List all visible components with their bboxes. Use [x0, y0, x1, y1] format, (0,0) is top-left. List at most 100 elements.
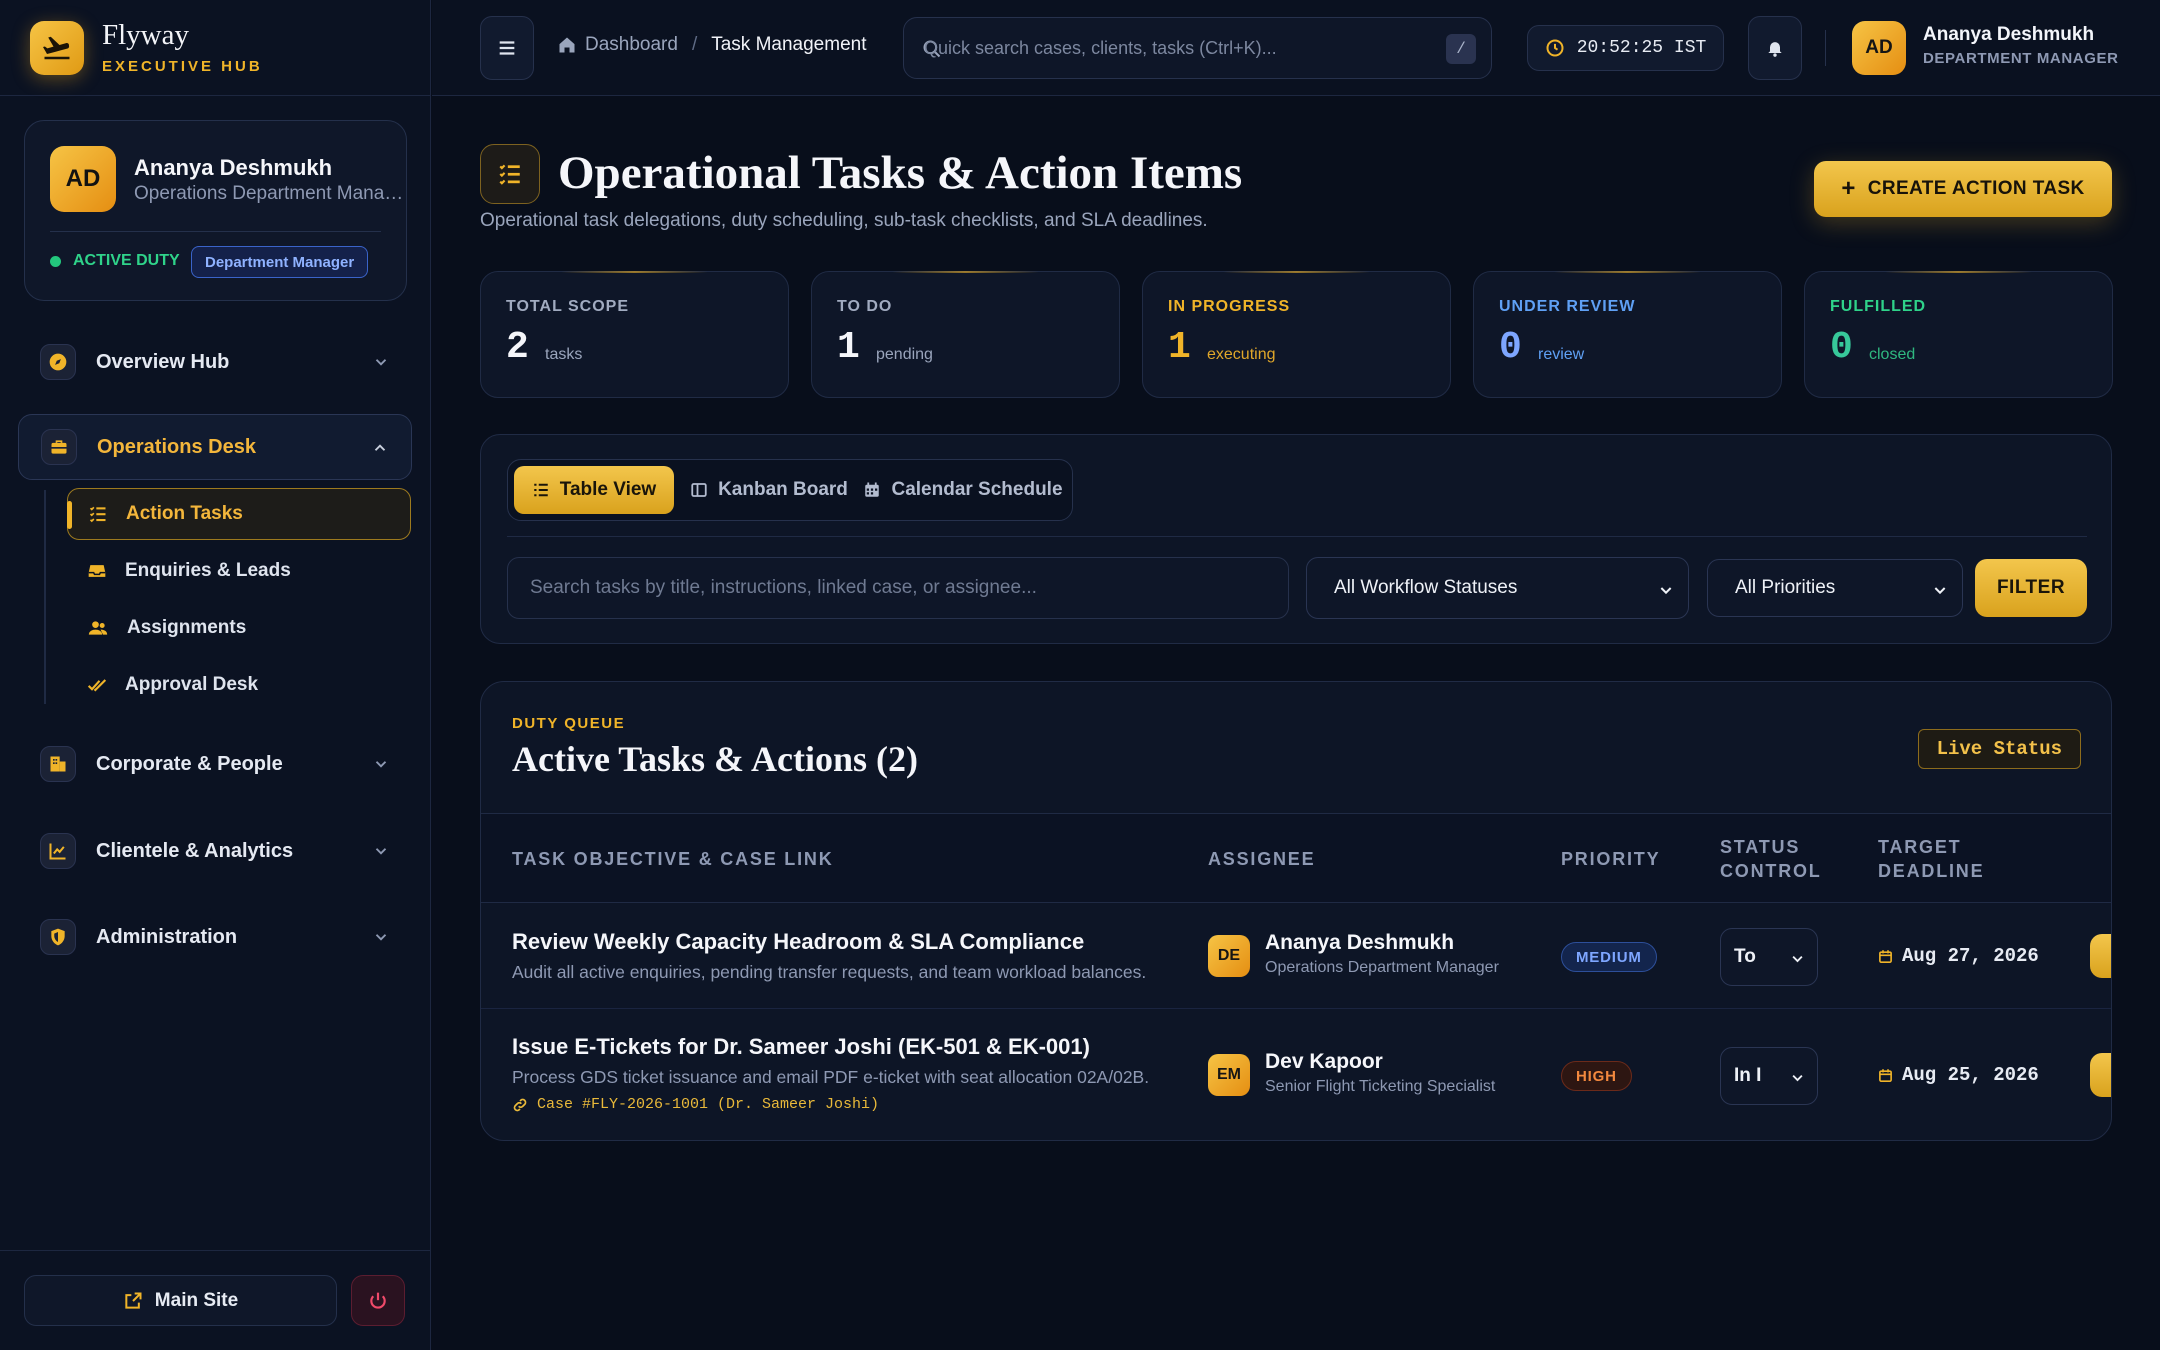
table-row[interactable]: Review Weekly Capacity Headroom & SLA Co… [481, 904, 2111, 1009]
tab-label: Calendar Schedule [891, 479, 1063, 500]
column-header-assignee: ASSIGNEE [1208, 849, 1316, 869]
chevron-down-icon [1660, 587, 1672, 595]
logout-button[interactable] [351, 1275, 405, 1326]
table-header: TASK OBJECTIVE & CASE LINK ASSIGNEE PRIO… [481, 813, 2111, 903]
chevron-down-icon [375, 848, 387, 855]
calendar-icon [1879, 1068, 1892, 1082]
deadline-date: Aug 25, 2026 [1902, 1064, 2039, 1086]
row-action-button[interactable] [2090, 1053, 2111, 1097]
brand-name: Flyway [102, 18, 189, 51]
bell-icon [1768, 42, 1782, 57]
status-value: In I [1734, 1065, 1762, 1086]
compass-icon [40, 344, 76, 380]
nav-label: Overview Hub [96, 350, 230, 373]
case-link-label: Case #FLY-2026-1001 (Dr. Sameer Joshi) [537, 1096, 880, 1113]
status-control-select[interactable]: In I [1720, 1047, 1818, 1105]
task-title[interactable]: Review Weekly Capacity Headroom & SLA Co… [512, 929, 1084, 955]
calendar-icon [1879, 949, 1892, 963]
sidebar-item-action-tasks[interactable]: Action Tasks [67, 488, 411, 540]
table-row[interactable]: Issue E-Tickets for Dr. Sameer Joshi (EK… [481, 1010, 2111, 1140]
external-link-icon [125, 1292, 142, 1309]
line-chart-icon [40, 833, 76, 869]
task-list-icon [480, 144, 540, 204]
column-header-objective: TASK OBJECTIVE & CASE LINK [512, 849, 834, 869]
task-description: Audit all active enquiries, pending tran… [512, 962, 1147, 982]
tab-calendar-schedule[interactable]: Calendar Schedule [860, 466, 1066, 514]
status-filter-select[interactable]: All Workflow Statuses [1306, 557, 1689, 619]
plus-icon: + [1841, 175, 1856, 202]
create-action-task-button[interactable]: + CREATE ACTION TASK [1814, 161, 2112, 217]
briefcase-icon [41, 429, 77, 465]
breadcrumb-separator: / [691, 34, 698, 55]
main-site-button[interactable]: Main Site [24, 1275, 337, 1326]
nav-group-clientele[interactable]: Clientele & Analytics [18, 818, 412, 884]
columns-icon [691, 483, 707, 497]
home-icon [559, 37, 575, 53]
stat-card-under-review: UNDER REVIEW 0 review [1473, 271, 1782, 398]
view-switcher: Table View Kanban Board Calendar Schedul… [507, 459, 1073, 521]
users-icon [88, 621, 108, 635]
tab-kanban-board[interactable]: Kanban Board [684, 466, 854, 514]
nav-label: Administration [96, 925, 238, 948]
assignee-name: Dev Kapoor [1265, 1050, 1383, 1073]
priority-filter-select[interactable]: All Priorities [1707, 559, 1963, 617]
assignee-avatar: EM [1208, 1054, 1250, 1096]
chevron-down-icon [1792, 955, 1803, 963]
sidebar-footer: Main Site [0, 1250, 430, 1350]
user-name[interactable]: Ananya Deshmukh [1923, 24, 2094, 46]
stat-card-fulfilled: FULFILLED 0 closed [1804, 271, 2113, 398]
stat-value: 1 [1168, 326, 1191, 369]
notifications-button[interactable] [1748, 16, 1802, 80]
menu-toggle-button[interactable] [480, 16, 534, 80]
nav-group-corporate[interactable]: Corporate & People [18, 731, 412, 797]
user-avatar[interactable]: AD [1852, 21, 1906, 75]
task-search-input[interactable] [508, 558, 1288, 618]
profile-name: Ananya Deshmukh [134, 155, 333, 180]
nav-group-administration[interactable]: Administration [18, 904, 412, 970]
stat-unit: tasks [545, 346, 583, 363]
sidebar: Flyway EXECUTIVE HUB AD Ananya Deshmukh … [0, 0, 431, 1350]
stat-label: UNDER REVIEW [1499, 298, 1636, 315]
stat-label: TOTAL SCOPE [506, 298, 630, 315]
status-filter-value: All Workflow Statuses [1334, 577, 1518, 598]
tab-label: Table View [559, 479, 657, 500]
nav-label: Clientele & Analytics [96, 839, 294, 862]
breadcrumb-current: Task Management [711, 34, 867, 55]
stat-label: FULFILLED [1830, 298, 1927, 315]
sidebar-item-assignments[interactable]: Assignments [67, 602, 411, 654]
profile-role: Operations Department Manager [134, 183, 404, 204]
status-control-select[interactable]: To [1720, 928, 1818, 986]
stat-unit: review [1538, 346, 1585, 363]
brand[interactable]: Flyway EXECUTIVE HUB [0, 0, 430, 96]
submenu-rail [44, 490, 46, 704]
queue-title: Active Tasks & Actions (2) [512, 739, 919, 779]
breadcrumb-home[interactable]: Dashboard [585, 34, 678, 56]
global-search-input[interactable] [924, 18, 1434, 78]
list-check-icon [89, 506, 106, 523]
stat-label: TO DO [837, 298, 893, 315]
sidebar-item-enquiries[interactable]: Enquiries & Leads [67, 545, 411, 597]
row-action-button[interactable] [2090, 934, 2111, 978]
stat-value: 0 [1499, 326, 1522, 369]
inbox-icon [88, 565, 106, 577]
brand-subtitle: EXECUTIVE HUB [102, 57, 263, 75]
status-value: To [1734, 946, 1756, 967]
sidebar-item-approval-desk[interactable]: Approval Desk [67, 659, 411, 711]
view-and-filter-panel: Table View Kanban Board Calendar Schedul… [480, 434, 2112, 644]
column-header-line: STATUS [1720, 837, 1801, 857]
nav-group-overview[interactable]: Overview Hub [18, 329, 412, 395]
case-link[interactable]: Case #FLY-2026-1001 (Dr. Sameer Joshi) [512, 1096, 879, 1113]
stat-label: IN PROGRESS [1168, 298, 1291, 315]
sub-item-label: Assignments [127, 617, 247, 638]
role-badge: Department Manager [191, 246, 369, 278]
nav-group-operations[interactable]: Operations Desk [18, 414, 412, 480]
task-search [507, 557, 1289, 619]
profile-card: AD Ananya Deshmukh Operations Department… [24, 120, 407, 301]
filter-button[interactable]: FILTER [1975, 559, 2087, 617]
assignee-role: Senior Flight Ticketing Specialist [1265, 1078, 1496, 1095]
clock-icon [1546, 39, 1564, 57]
tab-table-view[interactable]: Table View [514, 466, 674, 514]
stat-card-todo: TO DO 1 pending [811, 271, 1120, 398]
task-title[interactable]: Issue E-Tickets for Dr. Sameer Joshi (EK… [512, 1034, 1090, 1060]
column-header-deadline: TARGET DEADLINE [1878, 835, 1984, 883]
